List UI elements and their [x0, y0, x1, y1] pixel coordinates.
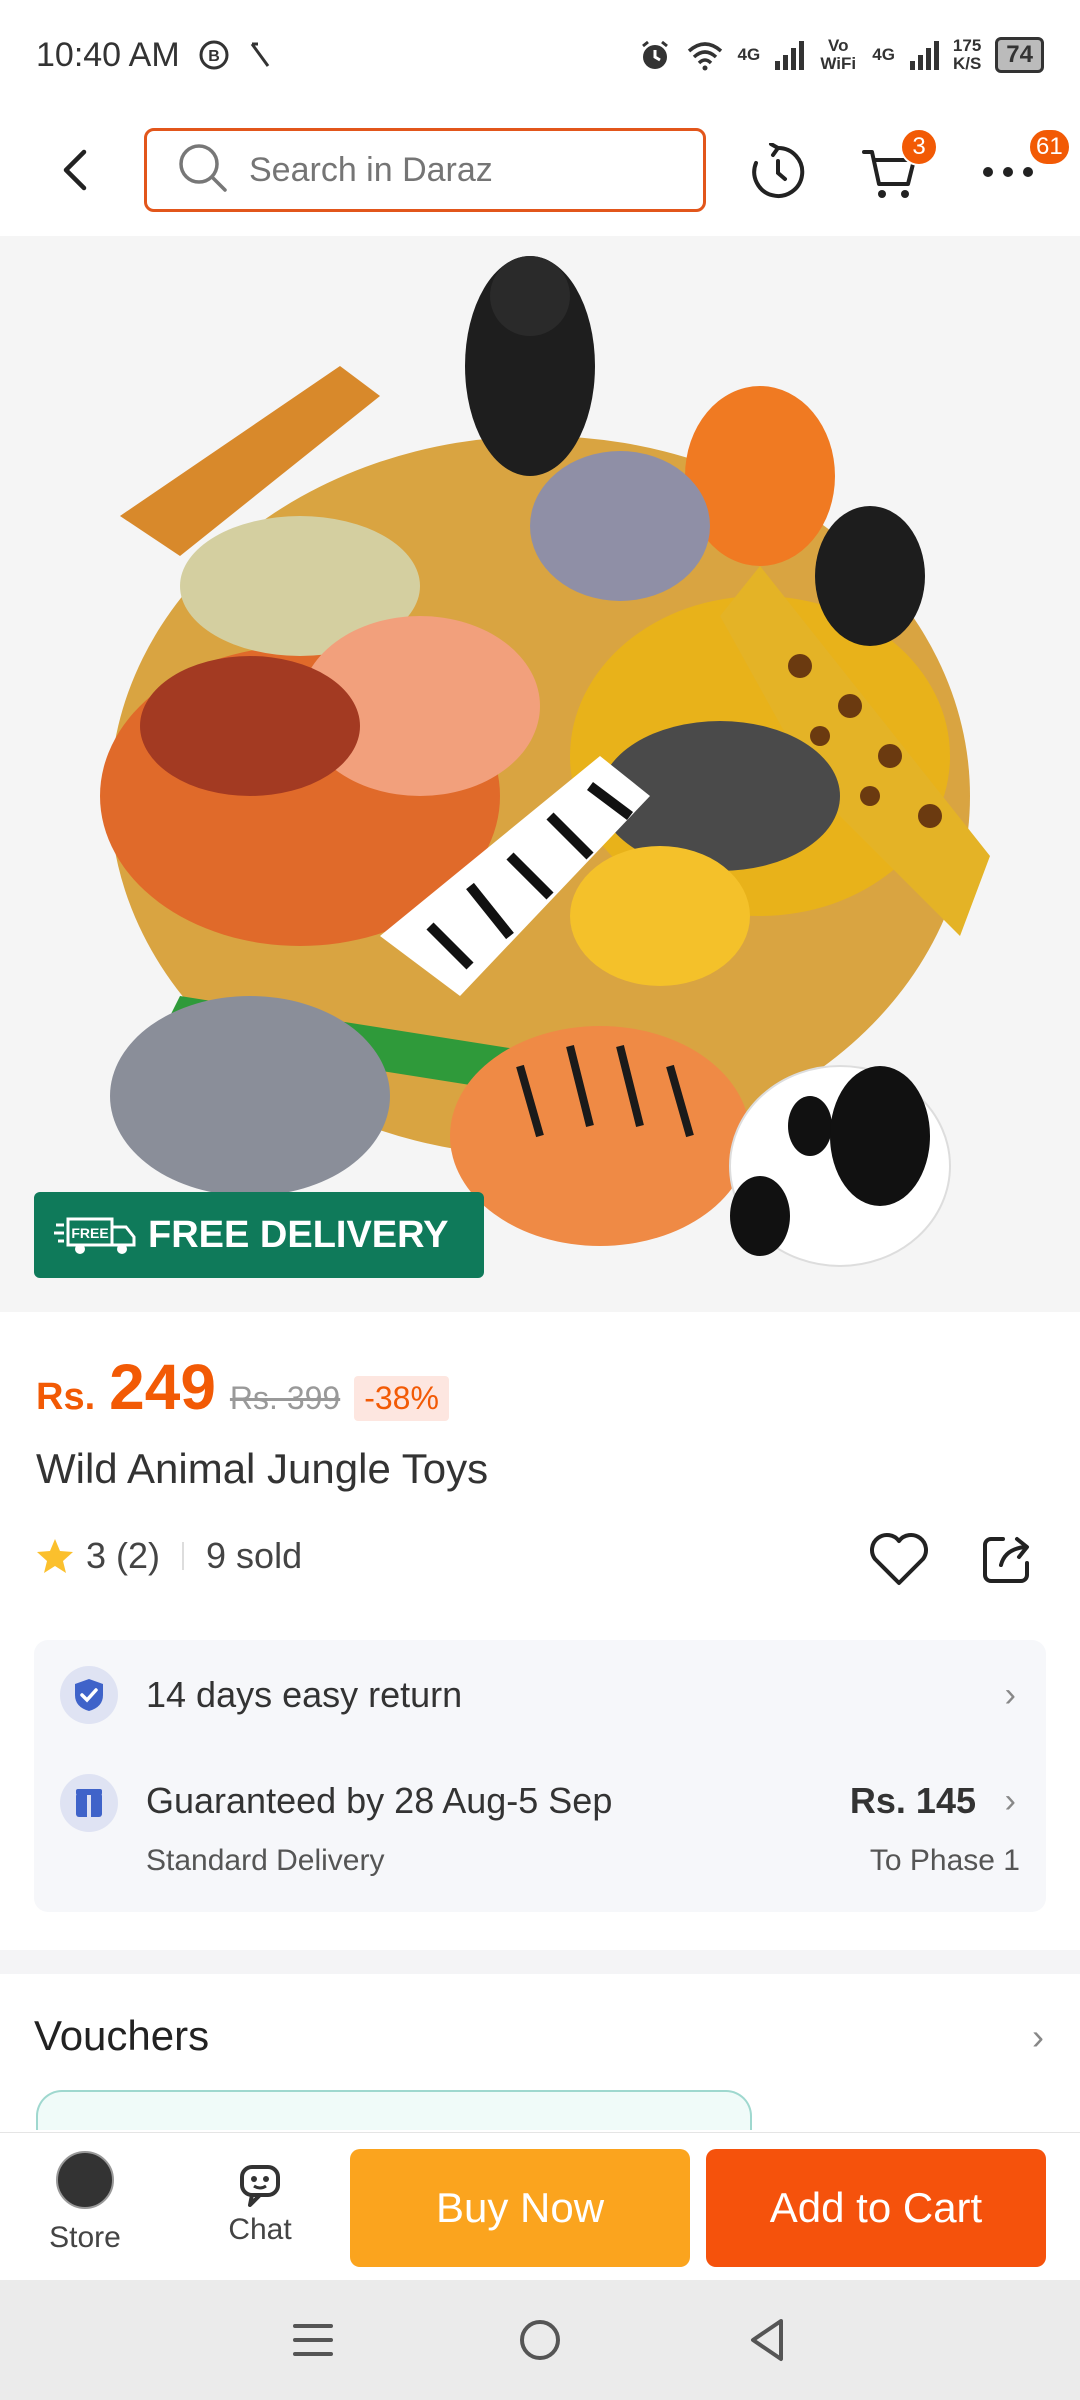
add-to-cart-button[interactable]: Add to Cart — [706, 2149, 1046, 2267]
chat-label: Chat — [228, 2213, 292, 2246]
more-button[interactable]: 61 — [978, 128, 1071, 202]
search-input[interactable] — [249, 150, 649, 190]
share-button[interactable] — [974, 1526, 1040, 1592]
free-delivery-badge: FREE FREE DELIVERY — [34, 1192, 484, 1278]
wifi-icon — [686, 39, 724, 71]
store-label: Store — [49, 2221, 121, 2254]
search-bar[interactable] — [144, 128, 706, 212]
delivery-fee: Rs. 145 — [849, 1780, 976, 1821]
signal-slash-icon — [248, 40, 274, 70]
home-nav-button[interactable] — [505, 2305, 575, 2375]
shield-check-icon — [60, 1666, 118, 1724]
signal-bars-icon-a — [774, 39, 805, 71]
rating-divider — [182, 1542, 185, 1570]
b-app-icon: B — [198, 39, 230, 71]
free-delivery-label: FREE DELIVERY — [148, 1213, 449, 1256]
chat-icon — [234, 2157, 286, 2209]
rating-value: 3 — [86, 1535, 107, 1576]
original-price: Rs. 399 — [229, 1380, 341, 1416]
rating-count: (2) — [116, 1535, 161, 1576]
delivery-type-text: Standard Delivery — [146, 1844, 385, 1877]
vowifi-indicator: Vo WiFi — [820, 36, 857, 73]
battery-indicator: 74 — [995, 37, 1044, 73]
top-header: 3 61 — [0, 120, 1080, 220]
chevron-right-icon: › — [1004, 1676, 1016, 1714]
status-bar: 10:40 AM B 4G Vo WiFi 4G 175 K/S 74 — [0, 0, 1080, 110]
return-policy-text: 14 days easy return — [146, 1674, 463, 1715]
share-icon — [983, 1537, 1029, 1583]
chat-button[interactable]: Chat — [200, 2151, 320, 2271]
history-button[interactable] — [748, 142, 808, 202]
voucher-card[interactable] — [36, 2090, 752, 2130]
delivery-box-icon — [60, 1774, 118, 1832]
delivery-guarantee-text: Guaranteed by 28 Aug-5 Sep — [146, 1780, 613, 1821]
system-nav-bar — [0, 2280, 1080, 2400]
return-policy-row[interactable]: 14 days easy return › — [34, 1640, 1046, 1750]
alarm-icon — [638, 38, 672, 72]
store-button[interactable]: Store — [30, 2151, 140, 2271]
back-nav-button[interactable] — [732, 2305, 802, 2375]
more-badge: 61 — [1028, 128, 1071, 166]
network-speed: 175 K/S — [953, 37, 981, 73]
chevron-left-icon — [63, 149, 87, 191]
signal-bars-icon-b — [909, 39, 939, 71]
cart-badge: 3 — [900, 128, 938, 166]
search-icon — [177, 142, 229, 199]
sale-price: 249 — [109, 1351, 216, 1423]
chevron-right-icon: › — [1004, 1782, 1016, 1820]
svg-text:FREE: FREE — [71, 1225, 108, 1241]
buy-now-button[interactable]: Buy Now — [350, 2149, 690, 2267]
vouchers-title[interactable]: Vouchers — [34, 2012, 209, 2060]
section-divider — [0, 1950, 1080, 1974]
animal-toys-illustration — [0, 236, 1080, 1312]
network-speed-value: 175 — [952, 36, 982, 55]
rating-row[interactable]: 3 (2) 9 sold — [36, 1535, 302, 1577]
heart-icon — [870, 1533, 928, 1585]
delivery-row[interactable]: Guaranteed by 28 Aug-5 Sep Standard Deli… — [34, 1750, 1046, 1912]
product-title: Wild Animal Jungle Toys — [36, 1445, 489, 1492]
status-time: 10:40 AM — [36, 35, 180, 74]
more-dots-icon — [983, 167, 1033, 177]
discount-badge: -38% — [354, 1376, 449, 1421]
menu-nav-button[interactable] — [278, 2305, 348, 2375]
wishlist-button[interactable] — [866, 1526, 932, 1592]
network-4g-a: 4G — [737, 45, 761, 64]
star-icon — [36, 1538, 74, 1574]
history-icon — [752, 143, 805, 198]
cart-button[interactable]: 3 — [860, 128, 938, 202]
network-4g-b: 4G — [872, 45, 895, 64]
price-row: Rs. 249 Rs. 399 -38% — [36, 1350, 449, 1424]
delivery-destination: To Phase 1 — [869, 1844, 1020, 1877]
delivery-truck-icon: FREE — [54, 1213, 138, 1257]
menu-icon — [293, 2324, 334, 2356]
store-avatar — [56, 2151, 114, 2209]
sold-count: 9 sold — [206, 1535, 303, 1576]
bottom-action-bar: Store Chat Buy Now Add to Cart — [0, 2132, 1080, 2280]
chevron-right-icon[interactable]: › — [1032, 2016, 1044, 2058]
svg-text:B: B — [208, 48, 220, 65]
service-info-card: 14 days easy return › Guaranteed by 28 A… — [34, 1640, 1046, 1912]
back-triangle-icon — [750, 2319, 783, 2361]
home-circle-icon — [519, 2320, 560, 2360]
currency-label: Rs. — [36, 1376, 96, 1418]
network-speed-unit: K/S — [952, 54, 982, 73]
back-button[interactable] — [48, 142, 104, 198]
product-image[interactable]: FREE FREE DELIVERY — [0, 236, 1080, 1312]
